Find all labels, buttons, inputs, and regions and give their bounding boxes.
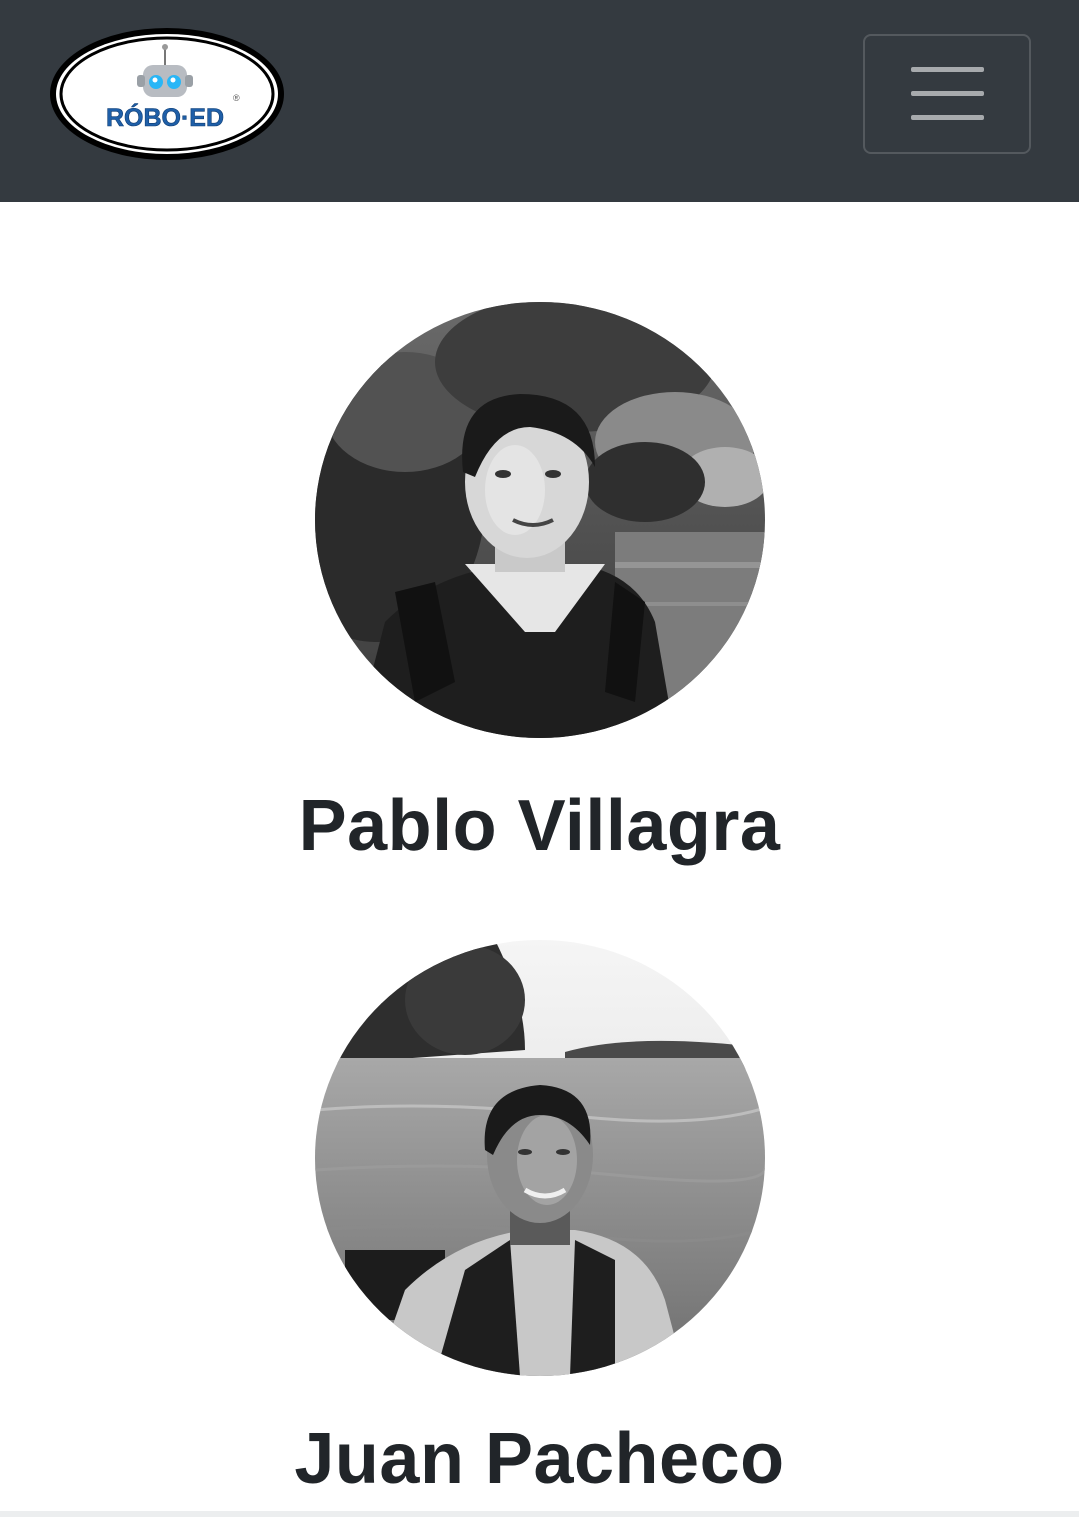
- svg-text:®: ®: [233, 93, 240, 103]
- member-photo: [315, 940, 765, 1376]
- svg-text:RÓBO·ED: RÓBO·ED: [106, 102, 224, 132]
- robo-ed-logo: RÓBO·ED ®: [50, 28, 284, 160]
- page-bottom-divider: [0, 1511, 1079, 1517]
- top-navbar: RÓBO·ED ®: [0, 0, 1079, 202]
- member-name: Juan Pacheco: [294, 1419, 785, 1499]
- brand-logo-link[interactable]: RÓBO·ED ®: [47, 25, 287, 164]
- member-name: Pablo Villagra: [298, 786, 781, 866]
- member-photo: [315, 302, 765, 738]
- navbar-toggler-button[interactable]: [863, 34, 1031, 154]
